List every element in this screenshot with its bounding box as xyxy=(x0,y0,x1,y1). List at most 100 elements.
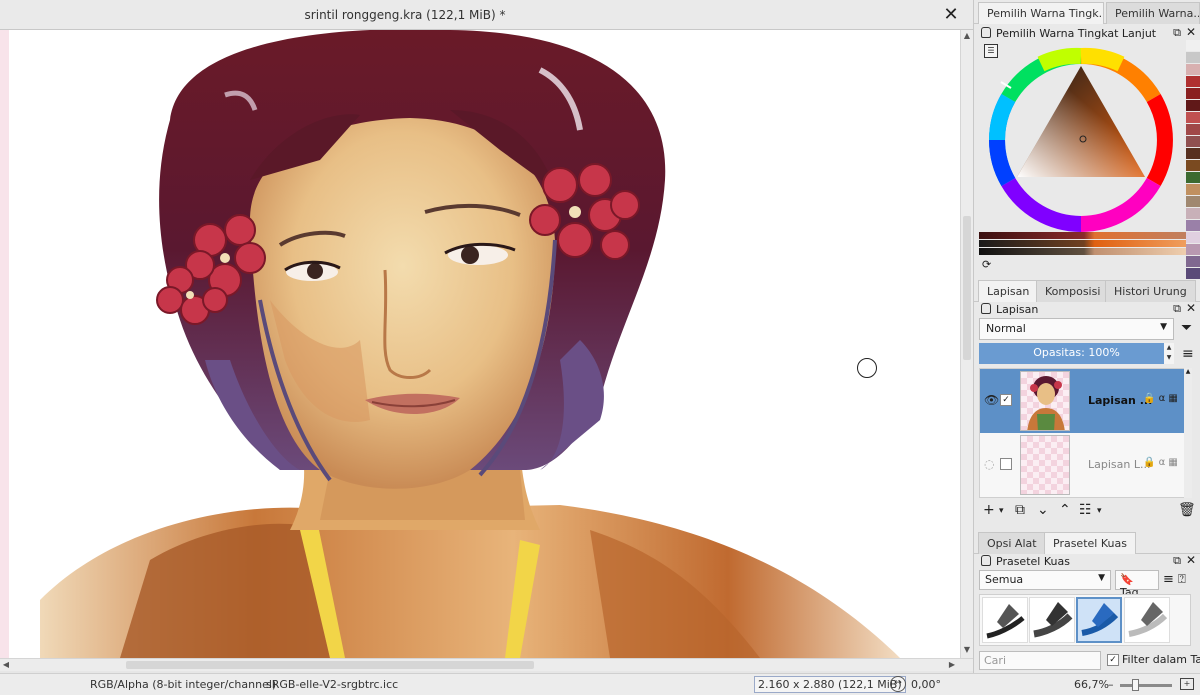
layer-row[interactable]: ◌ Lapisan L... 🔒 α ▦ xyxy=(980,433,1188,497)
zoom-slider[interactable] xyxy=(1120,679,1172,691)
layer-property-icons[interactable]: 🔒 α ▦ xyxy=(1143,457,1178,468)
color-swatch[interactable] xyxy=(1186,244,1200,256)
move-down-icon[interactable]: ⌄ xyxy=(1037,502,1049,518)
brush-view-options-icon[interactable]: ≡ ⍰ xyxy=(1163,572,1186,587)
color-swatch[interactable] xyxy=(1186,148,1200,160)
lock-icon[interactable] xyxy=(981,303,991,314)
color-swatch[interactable] xyxy=(1186,160,1200,172)
scroll-up-icon[interactable]: ▲ xyxy=(961,30,973,42)
color-swatch[interactable] xyxy=(1186,208,1200,220)
color-swatch[interactable] xyxy=(1186,88,1200,100)
document-title[interactable]: srintil ronggeng.kra (122,1 MiB) * xyxy=(0,8,810,22)
layer-checkbox[interactable] xyxy=(1000,458,1012,470)
layer-properties-icon[interactable]: ☷ xyxy=(1079,502,1092,518)
color-swatch[interactable] xyxy=(1186,172,1200,184)
brush-preset-item[interactable] xyxy=(1029,597,1075,643)
scroll-left-icon[interactable]: ◀ xyxy=(0,659,12,671)
chevron-down-icon[interactable]: ▾ xyxy=(999,506,1004,516)
zoom-out-icon[interactable]: – xyxy=(1108,678,1114,691)
close-docker-icon[interactable]: ✕ xyxy=(1186,301,1196,315)
color-swatch[interactable] xyxy=(1186,220,1200,232)
lock-icon[interactable] xyxy=(981,27,991,38)
tag-button[interactable]: 🔖 Tag xyxy=(1115,570,1159,599)
color-swatch[interactable] xyxy=(1186,52,1200,64)
canvas-vertical-scrollbar[interactable]: ▲ ▼ xyxy=(960,30,973,658)
color-swatch[interactable] xyxy=(1186,124,1200,136)
color-swatch[interactable] xyxy=(1186,100,1200,112)
layer-property-icons[interactable]: 🔒 α ▦ xyxy=(1143,393,1178,404)
color-swatch[interactable] xyxy=(1186,184,1200,196)
color-model-label: RGB/Alpha (8-bit integer/channel) xyxy=(90,678,277,691)
float-icon[interactable]: ⧉ xyxy=(1173,554,1181,568)
blend-mode-select[interactable]: Normal ▼ xyxy=(979,318,1174,340)
zoom-slider-handle[interactable] xyxy=(1132,679,1139,691)
layer-options-icon[interactable]: ≡ xyxy=(1182,346,1194,362)
layer-checkbox[interactable]: ✓ xyxy=(1000,394,1012,406)
tab-advanced-color-selector[interactable]: Pemilih Warna Tingk... xyxy=(978,2,1104,24)
vertical-scroll-thumb[interactable] xyxy=(963,216,971,360)
tab-tool-options[interactable]: Opsi Alat xyxy=(978,532,1046,554)
move-up-icon[interactable]: ⌃ xyxy=(1059,502,1071,518)
color-swatch-strip[interactable] xyxy=(1186,40,1200,280)
brush-preset-item[interactable] xyxy=(1076,597,1122,643)
add-layer-icon[interactable]: + xyxy=(983,502,995,518)
reset-color-icon[interactable]: ⟳ xyxy=(982,258,991,271)
canvas[interactable] xyxy=(0,30,960,658)
float-icon[interactable]: ⧉ xyxy=(1173,302,1181,316)
layer-row[interactable]: 👁 ✓ Lapisan ... 🔒 α ▦ xyxy=(980,369,1188,433)
tab-compositions[interactable]: Komposisi xyxy=(1036,280,1110,302)
filter-in-tag-checkbox[interactable]: ✓ xyxy=(1107,654,1119,666)
tab-undo-history[interactable]: Histori Urung xyxy=(1105,280,1196,302)
status-bar: RGB/Alpha (8-bit integer/channel) sRGB-e… xyxy=(0,673,1200,695)
filter-icon[interactable]: ⏷ xyxy=(1181,320,1192,336)
horizontal-scroll-thumb[interactable] xyxy=(126,661,534,669)
layer-name[interactable]: Lapisan L... xyxy=(1088,458,1150,471)
layer-tab-row: Lapisan Komposisi Histori Urung xyxy=(974,278,1200,302)
eye-icon[interactable]: 👁 xyxy=(984,393,999,407)
duplicate-layer-icon[interactable]: ⧉ xyxy=(1015,502,1025,518)
color-swatch[interactable] xyxy=(1186,256,1200,268)
chevron-down-icon[interactable]: ▾ xyxy=(1097,506,1102,516)
chevron-down-icon: ▼ xyxy=(1098,573,1105,583)
brush-preset-grid xyxy=(979,594,1191,646)
tab-layers[interactable]: Lapisan xyxy=(978,280,1039,302)
image-size-label[interactable]: 2.160 x 2.880 (122,1 MiB) xyxy=(754,676,906,693)
zoom-fit-icon[interactable]: + xyxy=(1180,678,1194,690)
brush-filter-select[interactable]: Semua ▼ xyxy=(979,570,1111,590)
canvas-horizontal-scrollbar[interactable]: ◀ ▶ xyxy=(0,658,973,671)
opacity-spinner[interactable]: ▲ ▼ xyxy=(1164,343,1174,364)
opacity-slider[interactable]: Opasitas: 100% xyxy=(979,343,1174,364)
color-swatch[interactable] xyxy=(1186,40,1200,52)
color-tab-row: Pemilih Warna Tingk... Pemilih Warna... xyxy=(974,0,1200,24)
lock-icon[interactable] xyxy=(981,555,991,566)
brush-preset-item[interactable] xyxy=(1124,597,1170,643)
eye-closed-icon[interactable]: ◌ xyxy=(984,457,994,471)
layer-toolbar: + ▾ ⧉ ⌄ ⌃ ☷ ▾ 🗑 xyxy=(979,502,1196,522)
scroll-down-icon[interactable]: ▼ xyxy=(961,644,973,656)
delete-layer-icon[interactable]: 🗑 xyxy=(1178,502,1196,518)
layer-list: 👁 ✓ Lapisan ... 🔒 α ▦ ◌ Lapisan L... 🔒 α… xyxy=(979,368,1189,498)
color-swatch[interactable] xyxy=(1186,232,1200,244)
color-swatch[interactable] xyxy=(1186,64,1200,76)
rotation-value[interactable]: 0,00° xyxy=(911,678,941,691)
color-history-bars[interactable] xyxy=(979,232,1189,256)
document-tab-bar: srintil ronggeng.kra (122,1 MiB) * ✕ xyxy=(0,0,973,30)
color-swatch[interactable] xyxy=(1186,136,1200,148)
close-document-icon[interactable]: ✕ xyxy=(940,4,962,26)
brush-search-input[interactable]: Cari xyxy=(979,651,1101,670)
layer-thumbnail xyxy=(1020,435,1070,495)
close-docker-icon[interactable]: ✕ xyxy=(1186,553,1196,567)
zoom-value[interactable]: 66,7% xyxy=(1074,678,1109,691)
tab-brush-presets[interactable]: Prasetel Kuas xyxy=(1044,532,1136,554)
tab-color-selector[interactable]: Pemilih Warna... xyxy=(1106,2,1200,24)
brush-preset-item[interactable] xyxy=(982,597,1028,643)
color-swatch[interactable] xyxy=(1186,76,1200,88)
blend-mode-value: Normal xyxy=(986,322,1026,335)
color-swatch[interactable] xyxy=(1186,196,1200,208)
float-icon[interactable]: ⧉ xyxy=(1173,26,1181,40)
color-swatch[interactable] xyxy=(1186,112,1200,124)
chevron-down-icon: ▼ xyxy=(1160,322,1167,332)
close-docker-icon[interactable]: ✕ xyxy=(1186,25,1196,39)
scroll-right-icon[interactable]: ▶ xyxy=(946,659,958,671)
layer-list-scrollbar[interactable]: ▲ xyxy=(1184,368,1192,498)
